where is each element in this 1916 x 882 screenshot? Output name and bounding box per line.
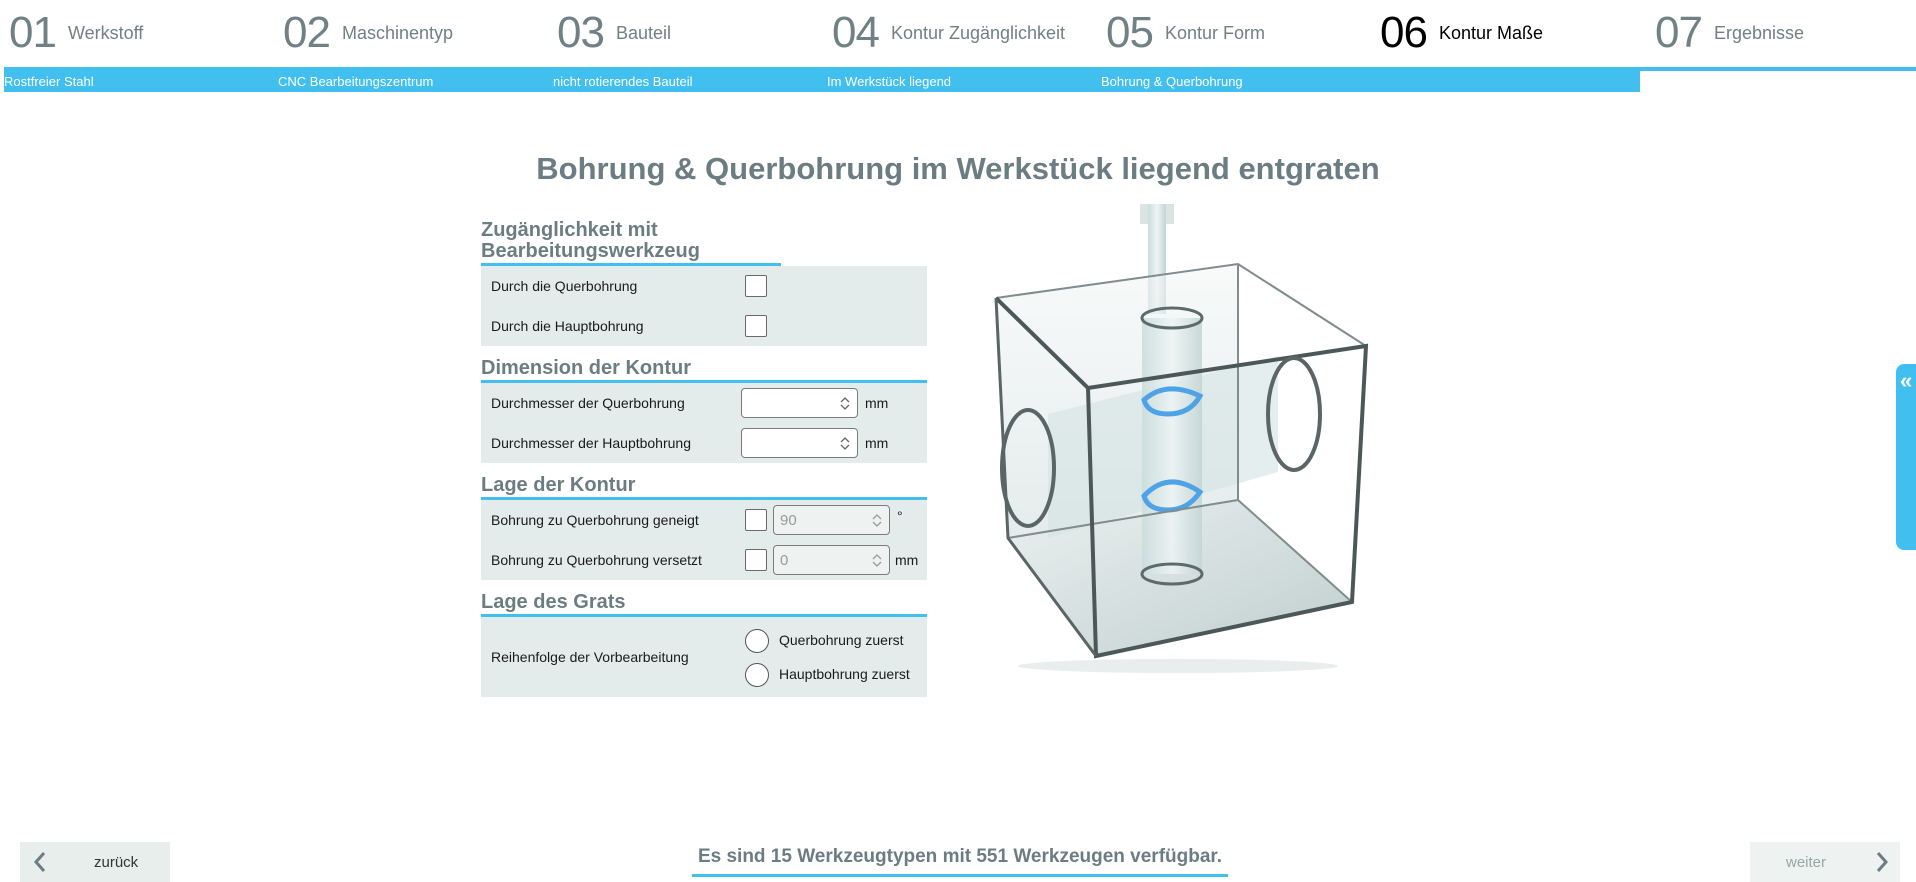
step-number: 05 [1106,8,1154,57]
input-neigungswinkel[interactable]: 90 [773,505,890,535]
breadcrumb-werkstoff: Rostfreier Stahl [4,74,94,89]
input-durchmesser-querbohrung[interactable] [741,388,858,418]
breadcrumb-line [1640,67,1916,71]
breadcrumb-form: Bohrung & Querbohrung [1101,74,1243,89]
step-kontur-form[interactable]: 05 Kontur Form [1106,8,1265,58]
unit-label: ° [897,508,903,524]
step-number: 01 [9,8,57,57]
row-access-main: Durch die Hauptbohrung [481,306,927,346]
row-label: Reihenfolge der Vorbearbeitung [491,649,689,665]
breadcrumb-maschinentyp: CNC Bearbeitungszentrum [278,74,434,89]
step-label: Werkstoff [67,22,144,43]
step-ergebnisse[interactable]: 07 Ergebnisse [1655,8,1804,58]
row-label: Bohrung zu Querbohrung versetzt [491,552,702,568]
step-werkstoff[interactable]: 01 Werkstoff [9,8,143,58]
row-label: Durch die Querbohrung [491,278,638,294]
step-label: Bauteil [615,22,671,43]
breadcrumb-zugaenglichkeit: Im Werkstück liegend [827,74,952,89]
input-durchmesser-hauptbohrung[interactable] [741,428,858,458]
row-label: Durchmesser der Querbohrung [491,395,685,411]
section-title: Lage des Grats [481,592,927,617]
section-dimension: Dimension der Kontur Durchmesser der Que… [481,358,927,463]
page-title: Bohrung & Querbohrung im Werkstück liege… [536,151,1380,186]
input-value: 90 [780,511,797,529]
unit-label: mm [895,552,919,568]
step-number: 04 [832,8,880,57]
spinner-icon[interactable] [839,395,851,412]
breadcrumb-bar [4,67,1640,92]
section-body: Durchmesser der Querbohrung mm Durchmess… [481,383,927,463]
row-label: Bohrung zu Querbohrung geneigt [491,512,699,528]
section-title: Zugänglichkeit mit Bearbeitungswerkzeug [481,220,781,266]
step-label: Maschinentyp [341,22,454,43]
radio-querbohrung-zuerst[interactable] [745,629,769,653]
radio-label: Querbohrung zuerst [779,632,904,648]
step-label: Kontur Zugänglichkeit [890,22,1066,43]
row-dim-main: Durchmesser der Hauptbohrung mm [481,423,927,463]
side-panel-toggle[interactable]: « [1896,364,1916,550]
step-maschinentyp[interactable]: 02 Maschinentyp [283,8,453,58]
section-body: Bohrung zu Querbohrung geneigt 90 ° Bohr… [481,500,927,580]
unit-label: mm [865,435,889,451]
step-kontur-masse[interactable]: 06 Kontur Maße [1380,8,1543,58]
tool-availability-message: Es sind 15 Werkzeugtypen mit 551 Werkzeu… [692,846,1228,877]
workpiece-illustration [978,204,1378,674]
breadcrumb-bauteil: nicht rotierendes Bauteil [553,74,693,89]
back-label: zurück [94,854,139,871]
step-label: Ergebnisse [1713,22,1805,43]
unit-label: mm [865,395,889,411]
row-label: Durch die Hauptbohrung [491,318,644,334]
step-number: 07 [1655,8,1703,57]
double-chevron-left-icon: « [1900,368,1913,393]
step-label: Kontur Maße [1438,22,1543,43]
row-dim-cross: Durchmesser der Querbohrung mm [481,383,927,423]
row-burr-order: Reihenfolge der Vorbearbeitung Querbohru… [481,617,927,697]
spinner-icon[interactable] [871,512,883,529]
step-number: 03 [557,8,605,57]
radio-label: Hauptbohrung zuerst [779,666,910,682]
step-bauteil[interactable]: 03 Bauteil [557,8,671,58]
step-kontur-zugaenglichkeit[interactable]: 04 Kontur Zugänglichkeit [832,8,1065,58]
wizard-stepper: 01 Werkstoff 02 Maschinentyp 03 Bauteil … [0,0,1916,66]
section-position: Lage der Kontur Bohrung zu Querbohrung g… [481,475,927,580]
section-title: Dimension der Kontur [481,358,927,383]
next-label: weiter [1786,854,1827,871]
input-versatz[interactable]: 0 [773,545,890,575]
section-title: Lage der Kontur [481,475,927,500]
section-burr: Lage des Grats Reihenfolge der Vorbearbe… [481,592,927,697]
next-button[interactable]: weiter [1750,842,1900,882]
step-label: Kontur Form [1164,22,1265,43]
row-label: Durchmesser der Hauptbohrung [491,435,691,451]
checkbox-geneigt[interactable] [745,509,767,531]
section-body: Durch die Querbohrung Durch die Hauptboh… [481,266,927,346]
section-access: Zugänglichkeit mit Bearbeitungswerkzeug … [481,220,927,346]
step-number: 02 [283,8,331,57]
contour-form: Zugänglichkeit mit Bearbeitungswerkzeug … [481,220,927,697]
step-number: 06 [1380,8,1428,57]
checkbox-durch-hauptbohrung[interactable] [745,315,767,337]
section-body: Reihenfolge der Vorbearbeitung Querbohru… [481,617,927,697]
chevron-left-icon [32,850,48,879]
spinner-icon[interactable] [839,435,851,452]
chevron-right-icon [1874,850,1890,879]
checkbox-versetzt[interactable] [745,549,767,571]
row-pos-offset: Bohrung zu Querbohrung versetzt 0 mm [481,540,927,580]
row-pos-inclined: Bohrung zu Querbohrung geneigt 90 ° [481,500,927,540]
back-button[interactable]: zurück [20,842,170,882]
radio-hauptbohrung-zuerst[interactable] [745,663,769,687]
row-access-cross: Durch die Querbohrung [481,266,927,306]
spinner-icon[interactable] [871,552,883,569]
input-value: 0 [780,551,789,569]
checkbox-durch-querbohrung[interactable] [745,275,767,297]
